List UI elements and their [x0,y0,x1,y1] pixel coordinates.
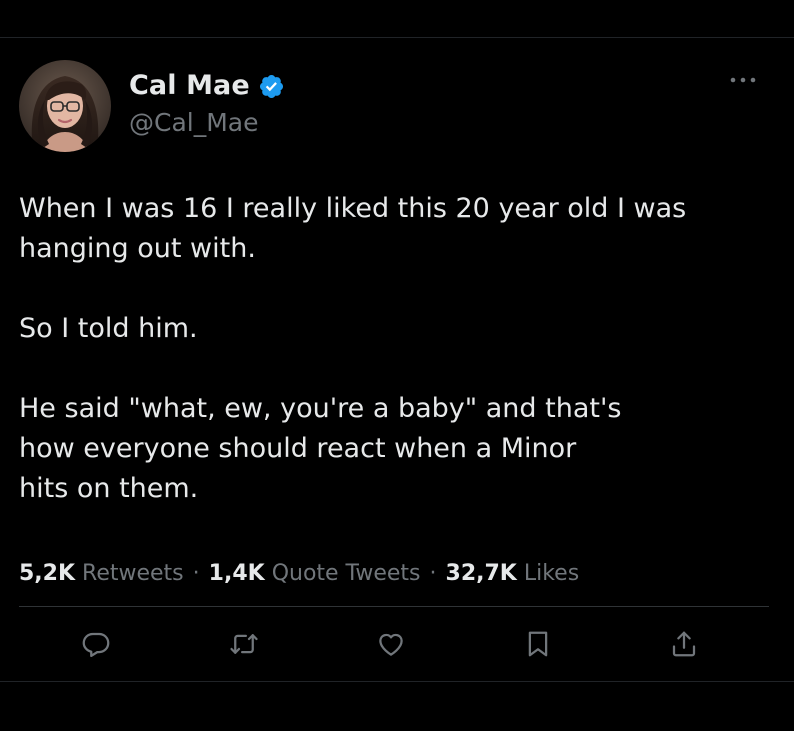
retweet-button[interactable] [222,622,266,666]
quote-tweets-stat[interactable]: 1,4K Quote Tweets [209,561,421,586]
avatar[interactable] [19,60,111,152]
avatar-image [19,60,111,152]
stats-divider [19,606,769,607]
share-button[interactable] [662,622,706,666]
quote-tweets-label: Quote Tweets [271,560,421,586]
reply-icon [82,632,110,657]
tweet-text: When I was 16 I really liked this 20 yea… [19,189,759,509]
tweet-paragraph: When I was 16 I really liked this 20 yea… [19,193,687,264]
quote-tweets-count: 1,4K [208,560,265,586]
like-button[interactable] [369,622,413,666]
reply-button[interactable] [74,622,118,666]
tweet-paragraph: He said "what, ew, you're a baby" and th… [19,393,622,504]
author-display-name[interactable]: Cal Mae [129,68,250,104]
bottom-divider [0,681,794,682]
stat-separator: · [192,560,200,586]
more-options-icon[interactable] [727,70,759,90]
bookmark-icon [528,631,548,657]
like-icon [379,633,403,656]
bookmark-button[interactable] [516,622,560,666]
verified-badge-icon [259,74,283,98]
retweets-stat[interactable]: 5,2K Retweets [19,561,184,586]
author-handle[interactable]: @Cal_Mae [129,106,259,140]
likes-label: Likes [523,560,580,586]
tweet: Cal Mae @Cal_Mae When I was 16 I really … [0,0,794,731]
engagement-stats: 5,2K Retweets · 1,4K Quote Tweets · 32,7K L… [19,555,579,591]
action-bar [0,622,794,668]
likes-count: 32,7K [445,560,517,586]
retweets-count: 5,2K [19,560,76,586]
share-icon [672,631,696,657]
retweet-icon [230,634,258,654]
tweet-paragraph: So I told him. [19,313,198,344]
stat-separator: · [429,560,437,586]
author-name-row: Cal Mae [129,68,285,104]
likes-stat[interactable]: 32,7K Likes [446,561,580,586]
retweets-label: Retweets [82,560,184,586]
